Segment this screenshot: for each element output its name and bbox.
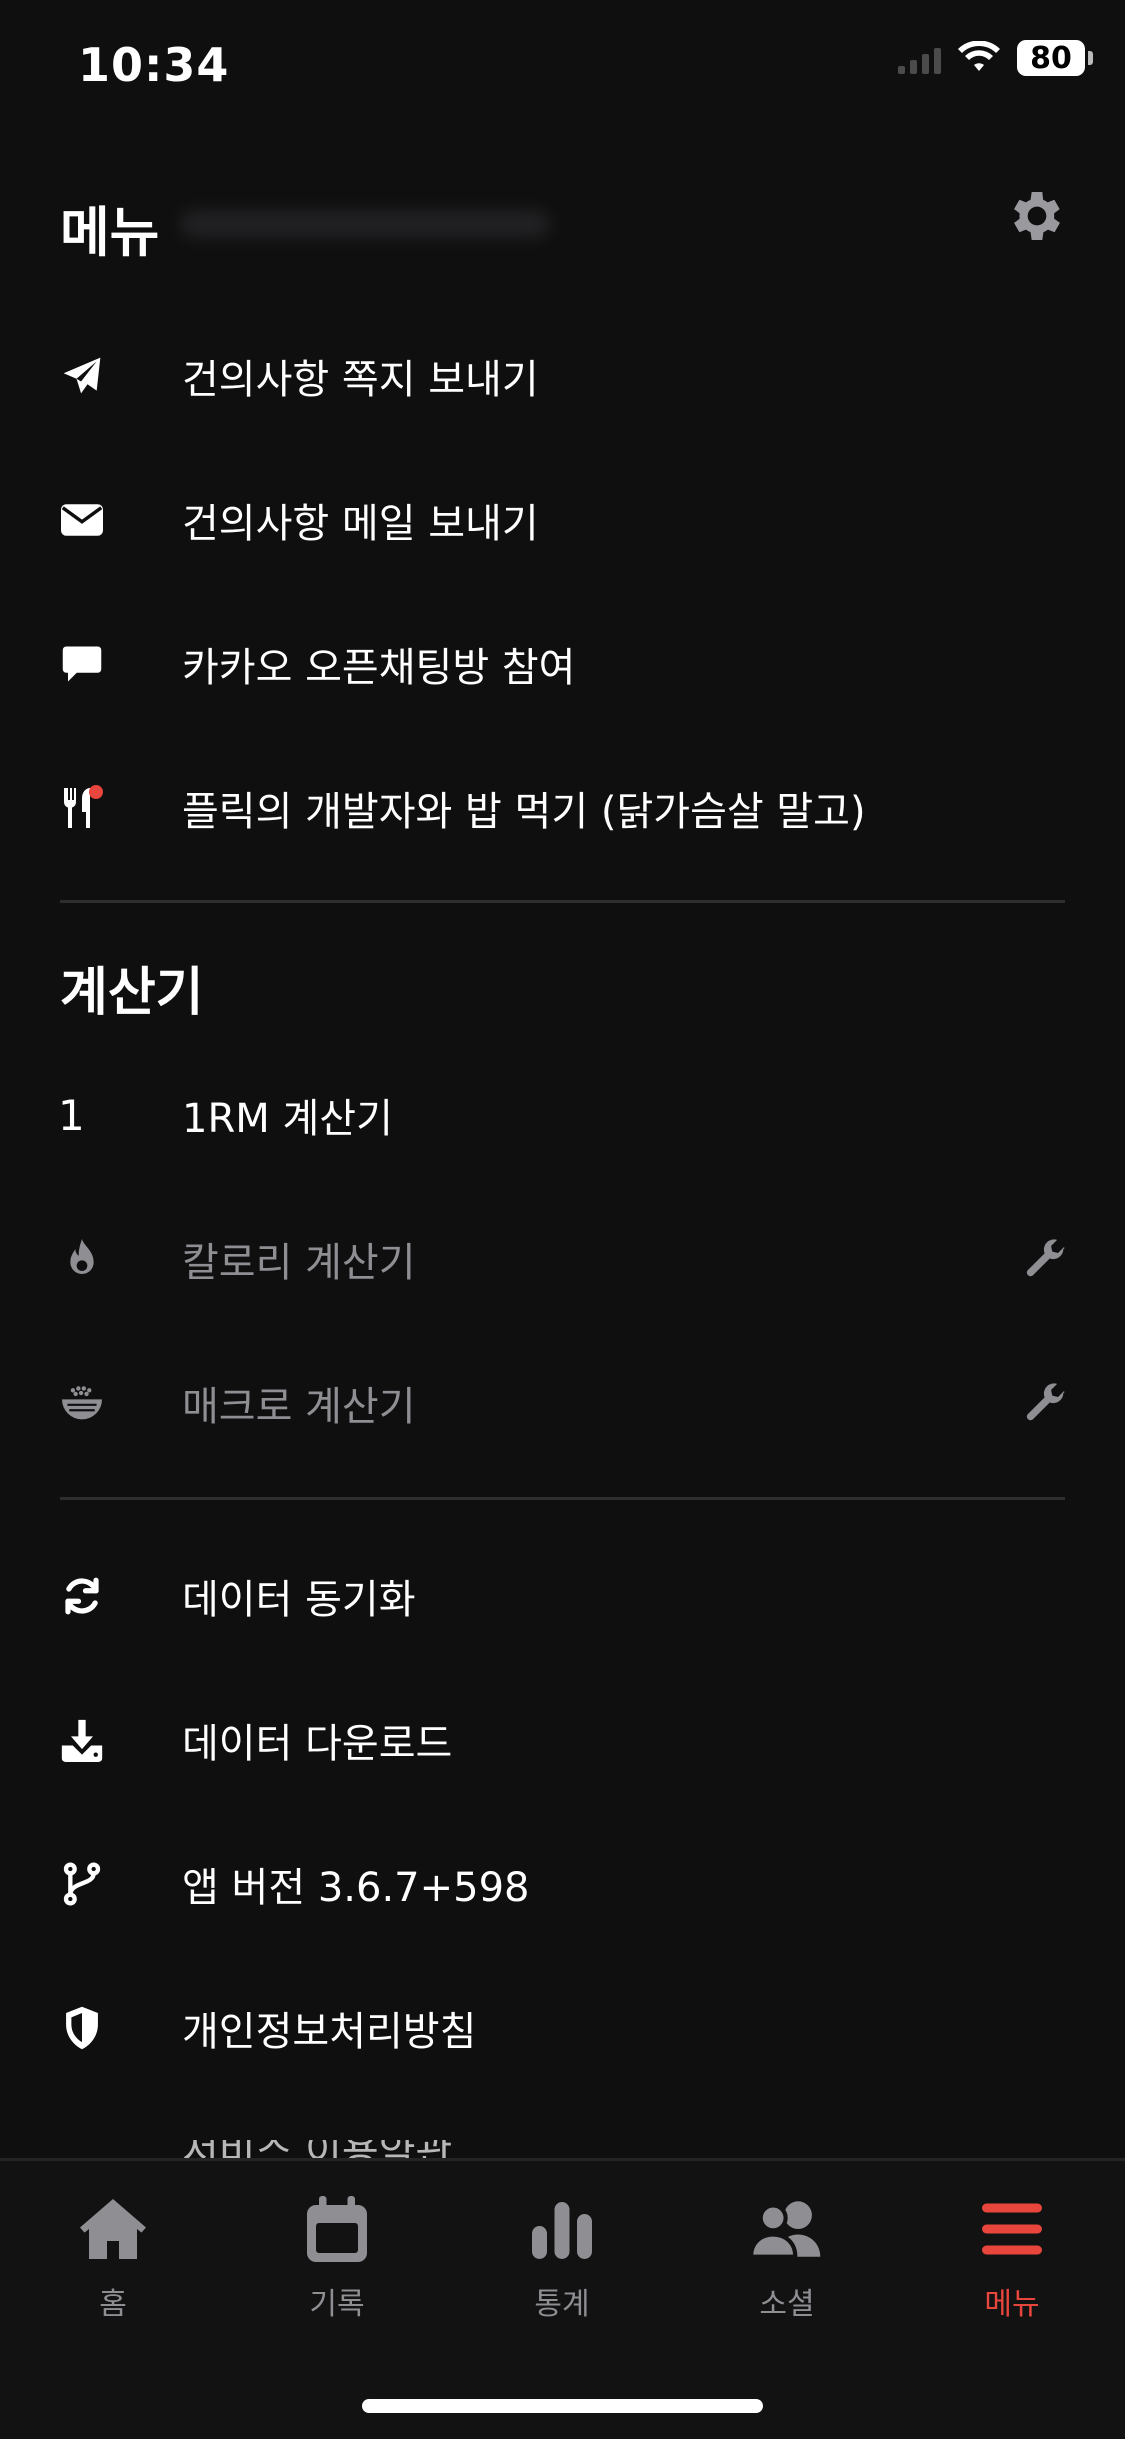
gear-icon[interactable] [1005, 184, 1069, 248]
flame-icon [58, 1235, 106, 1283]
menu-item-label: 카카오 오픈채팅방 참여 [182, 645, 576, 691]
hamburger-icon [982, 2203, 1042, 2255]
envelope-icon [58, 496, 106, 544]
menu-item-label: 건의사항 메일 보내기 [182, 501, 539, 547]
bottom-tab-bar: 홈 기록 통계 소셜 메뉴 [0, 2158, 1125, 2439]
tab-stats[interactable]: 통계 [492, 2183, 632, 2333]
tab-label: 기록 [309, 2287, 365, 2322]
menu-item-data-sync[interactable]: 데이터 동기화 [0, 1524, 1125, 1668]
branch-icon [58, 1860, 106, 1908]
home-icon [80, 2199, 146, 2259]
page-title: 메뉴 [60, 201, 160, 264]
wrench-icon [1026, 1239, 1065, 1277]
menu-item-privacy-policy[interactable]: 개인정보처리방침 [0, 1956, 1125, 2100]
menu-item-data-download[interactable]: 데이터 다운로드 [0, 1668, 1125, 1812]
tab-label: 통계 [534, 2287, 590, 2322]
menu-item-label: 개인정보처리방침 [182, 2009, 477, 2055]
menu-item-label: 데이터 다운로드 [182, 1721, 453, 1767]
section-title-calculators: 계산기 [60, 963, 204, 1023]
section-divider [60, 1497, 1065, 1500]
menu-item-send-note[interactable]: 건의사항 쪽지 보내기 [0, 304, 1125, 448]
status-bar: 10:34 80 [0, 0, 1125, 140]
menu-item-label: 서비스 이용약관 [182, 2140, 452, 2158]
menu-item-label: 플릭의 개발자와 밥 먹기 (닭가슴살 말고) [182, 789, 866, 835]
chat-bubble-icon [58, 640, 106, 688]
utensils-icon [58, 784, 106, 832]
bar-chart-icon [532, 2202, 592, 2259]
tab-home[interactable]: 홈 [43, 2183, 183, 2333]
status-indicators: 80 [898, 40, 1093, 76]
cellular-signal-icon [898, 42, 941, 74]
tab-label: 메뉴 [984, 2287, 1040, 2322]
battery-level: 80 [1030, 40, 1072, 76]
section-divider [60, 900, 1065, 903]
shield-icon [58, 2004, 106, 2052]
battery-icon: 80 [1017, 40, 1093, 76]
tab-social[interactable]: 소셜 [717, 2183, 857, 2333]
menu-item-label: 1RM 계산기 [182, 1096, 393, 1142]
menu-header: 메뉴 [0, 170, 1125, 270]
menu-item-label: 앱 버전 3.6.7+598 [182, 1865, 530, 1911]
menu-item-calorie-calculator[interactable]: 칼로리 계산기 [0, 1187, 1125, 1331]
tab-menu[interactable]: 메뉴 [942, 2183, 1082, 2333]
home-indicator[interactable] [362, 2399, 763, 2413]
menu-item-label: 매크로 계산기 [182, 1384, 416, 1430]
menu-item-send-mail[interactable]: 건의사항 메일 보내기 [0, 448, 1125, 592]
number-one-icon: 1 [58, 1090, 85, 1140]
users-icon [751, 2201, 821, 2259]
menu-item-app-version[interactable]: 앱 버전 3.6.7+598 [0, 1812, 1125, 1956]
calendar-icon [307, 2196, 367, 2262]
wifi-icon [958, 41, 1000, 71]
download-icon [58, 1716, 106, 1764]
blurred-user-info [180, 210, 550, 238]
menu-item-label: 건의사항 쪽지 보내기 [182, 357, 539, 403]
status-time: 10:34 [78, 38, 230, 92]
menu-item-1rm-calculator[interactable]: 1 1RM 계산기 [0, 1043, 1125, 1187]
menu-item-label: 데이터 동기화 [182, 1577, 416, 1623]
menu-item-label: 칼로리 계산기 [182, 1240, 416, 1286]
tab-records[interactable]: 기록 [267, 2183, 407, 2333]
menu-item-meal-with-dev[interactable]: 플릭의 개발자와 밥 먹기 (닭가슴살 말고) [0, 736, 1125, 880]
sync-icon [58, 1572, 106, 1620]
menu-item-kakao-openchat[interactable]: 카카오 오픈채팅방 참여 [0, 592, 1125, 736]
tab-label: 소셜 [759, 2287, 815, 2322]
menu-item-terms-partial[interactable]: 서비스 이용약관 [0, 2140, 1125, 2158]
paper-plane-icon [58, 352, 106, 400]
rice-bowl-icon [58, 1379, 106, 1427]
menu-item-macro-calculator[interactable]: 매크로 계산기 [0, 1331, 1125, 1475]
tab-label: 홈 [99, 2287, 127, 2322]
wrench-icon [1026, 1383, 1065, 1421]
